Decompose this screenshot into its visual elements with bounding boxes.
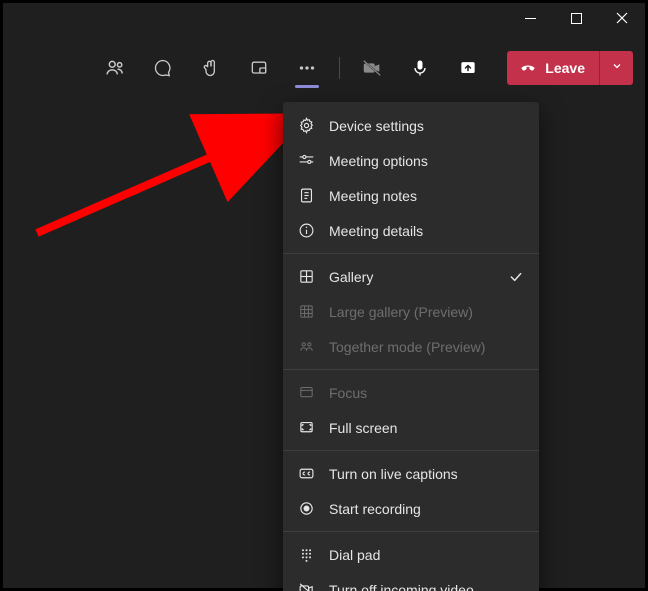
- menu-item-device-settings[interactable]: Device settings: [283, 108, 539, 143]
- leave-label: Leave: [545, 60, 585, 76]
- menu-separator: [283, 531, 539, 532]
- more-actions-button[interactable]: [283, 46, 331, 90]
- camera-off-icon: [361, 57, 383, 79]
- fullscreen-icon: [297, 419, 315, 437]
- breakout-rooms-icon: [249, 58, 269, 78]
- menu-item-meeting-options[interactable]: Meeting options: [283, 143, 539, 178]
- menu-item-label: Together mode (Preview): [329, 339, 525, 355]
- menu-separator: [283, 369, 539, 370]
- info-icon: [297, 222, 315, 240]
- people-icon: [104, 57, 126, 79]
- chevron-down-icon: [611, 59, 623, 77]
- chat-icon: [153, 58, 173, 78]
- menu-item-label: Meeting options: [329, 153, 525, 169]
- menu-item-label: Gallery: [329, 269, 493, 285]
- more-icon: [296, 57, 318, 79]
- menu-item-focus: Focus: [283, 375, 539, 410]
- menu-item-label: Turn off incoming video: [329, 582, 525, 591]
- app-window: Leave Device settings: [2, 2, 646, 589]
- menu-item-label: Focus: [329, 385, 525, 401]
- large-gallery-icon: [297, 303, 315, 321]
- participants-button[interactable]: [91, 46, 139, 90]
- chat-button[interactable]: [139, 46, 187, 90]
- reactions-button[interactable]: [187, 46, 235, 90]
- share-button[interactable]: [444, 46, 492, 90]
- mic-button[interactable]: [396, 46, 444, 90]
- menu-item-label: Meeting details: [329, 223, 525, 239]
- menu-item-turn-off-incoming-video[interactable]: Turn off incoming video: [283, 572, 539, 591]
- minimize-button[interactable]: [507, 3, 553, 33]
- menu-item-label: Start recording: [329, 501, 525, 517]
- gear-icon: [297, 117, 315, 135]
- focus-icon: [297, 384, 315, 402]
- menu-separator: [283, 450, 539, 451]
- rooms-button[interactable]: [235, 46, 283, 90]
- share-screen-icon: [458, 58, 478, 78]
- dialpad-icon: [297, 546, 315, 564]
- more-actions-menu: Device settings Meeting options Meeting …: [283, 102, 539, 591]
- gallery-icon: [297, 268, 315, 286]
- notes-icon: [297, 187, 315, 205]
- maximize-button[interactable]: [553, 3, 599, 33]
- menu-item-label: Large gallery (Preview): [329, 304, 525, 320]
- titlebar: [3, 3, 645, 33]
- menu-item-label: Turn on live captions: [329, 466, 525, 482]
- video-off-icon: [297, 581, 315, 591]
- check-icon: [507, 269, 525, 285]
- menu-item-large-gallery: Large gallery (Preview): [283, 294, 539, 329]
- leave-group: Leave: [507, 51, 633, 85]
- menu-item-label: Dial pad: [329, 547, 525, 563]
- menu-separator: [283, 253, 539, 254]
- menu-item-fullscreen[interactable]: Full screen: [283, 410, 539, 445]
- meeting-toolbar: Leave: [3, 41, 645, 95]
- captions-icon: [297, 465, 315, 483]
- mic-icon: [410, 58, 430, 78]
- leave-more-button[interactable]: [599, 51, 633, 85]
- menu-item-together-mode: Together mode (Preview): [283, 329, 539, 364]
- menu-item-start-recording[interactable]: Start recording: [283, 491, 539, 526]
- close-button[interactable]: [599, 3, 645, 33]
- menu-item-label: Meeting notes: [329, 188, 525, 204]
- camera-button[interactable]: [348, 46, 396, 90]
- menu-item-dialpad[interactable]: Dial pad: [283, 537, 539, 572]
- menu-item-meeting-details[interactable]: Meeting details: [283, 213, 539, 248]
- sliders-icon: [297, 152, 315, 170]
- menu-item-live-captions[interactable]: Turn on live captions: [283, 456, 539, 491]
- leave-button[interactable]: Leave: [507, 51, 599, 85]
- menu-item-label: Full screen: [329, 420, 525, 436]
- record-icon: [297, 500, 315, 518]
- raise-hand-icon: [201, 58, 221, 78]
- menu-item-label: Device settings: [329, 118, 525, 134]
- menu-item-meeting-notes[interactable]: Meeting notes: [283, 178, 539, 213]
- hangup-icon: [519, 58, 537, 79]
- together-mode-icon: [297, 338, 315, 356]
- menu-item-gallery[interactable]: Gallery: [283, 259, 539, 294]
- toolbar-divider: [339, 57, 340, 79]
